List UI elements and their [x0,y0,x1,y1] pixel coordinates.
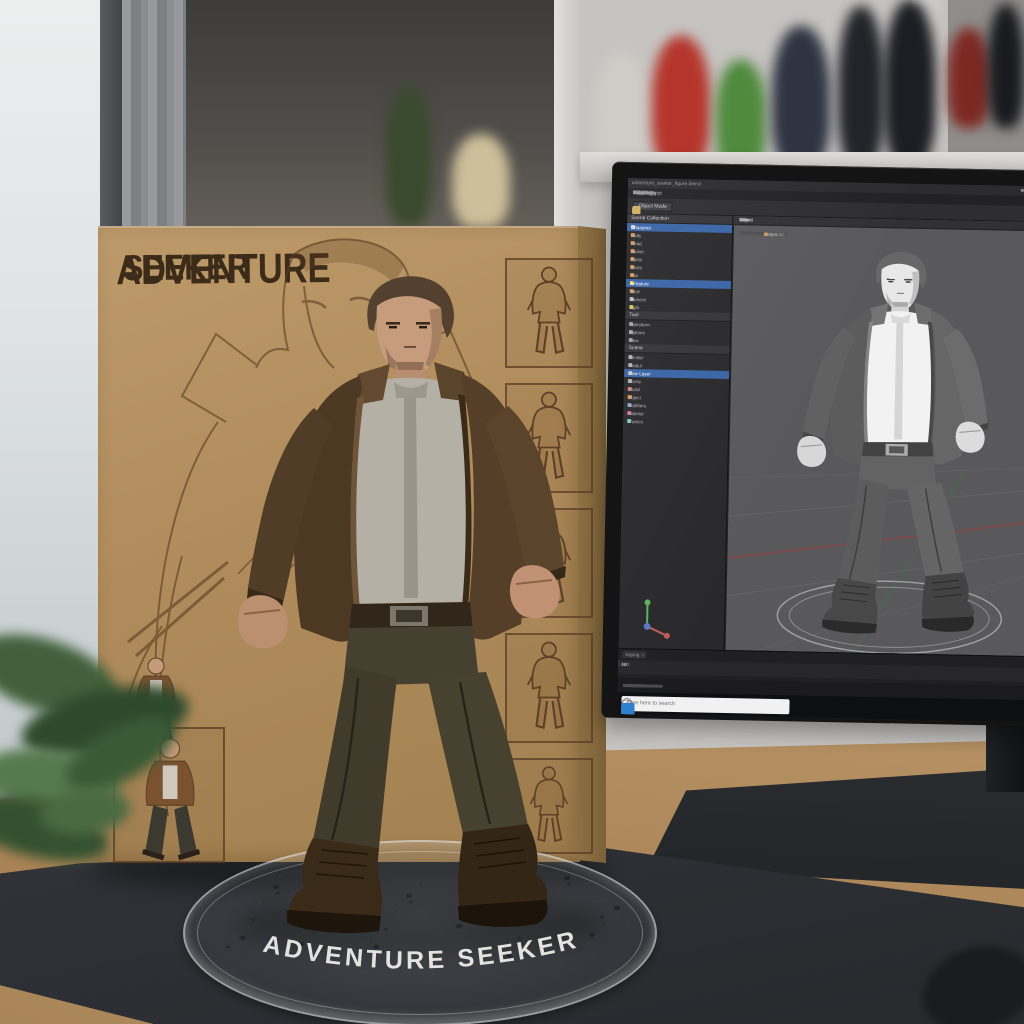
action-figure [182,258,622,952]
desk-scene: { "scene": { "room": { "shelf_figures": … [0,0,1024,1024]
